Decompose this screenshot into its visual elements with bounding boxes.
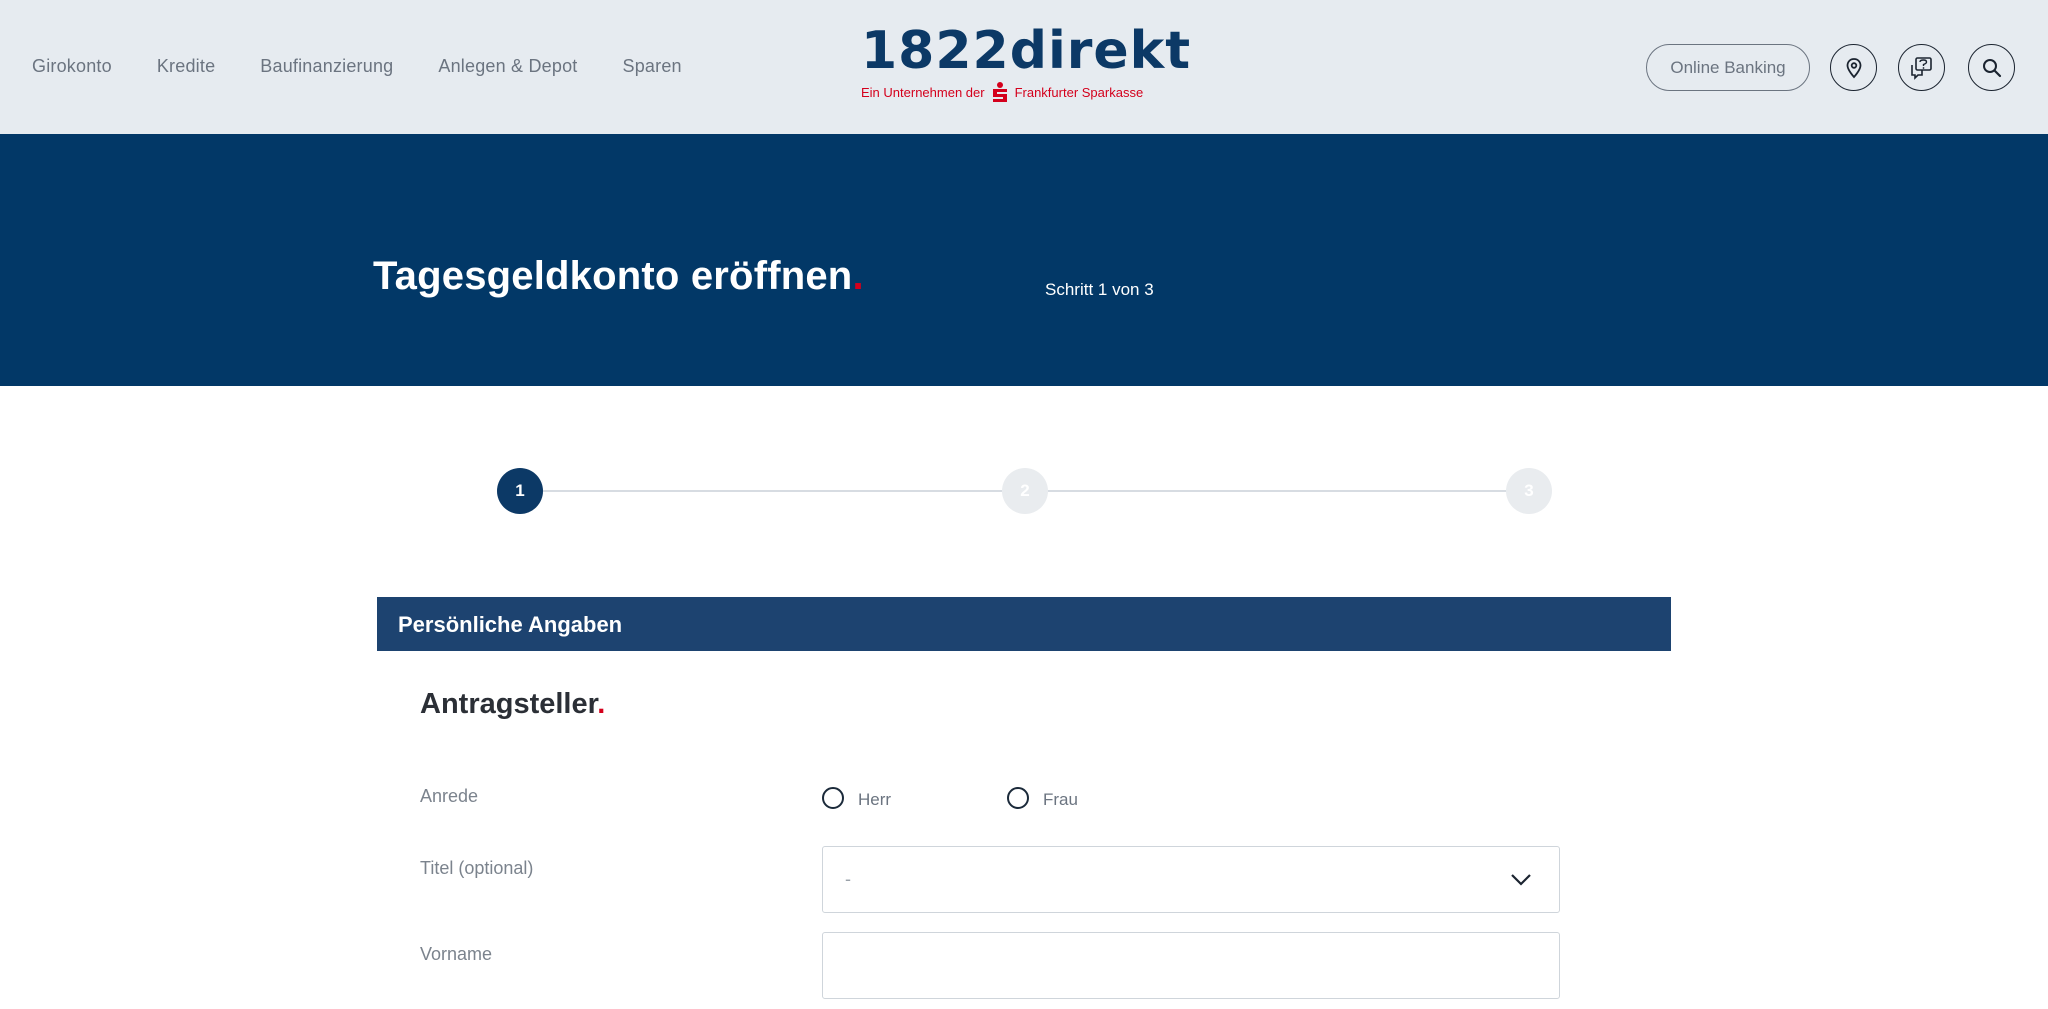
page-title: Tagesgeldkonto eröffnen. — [373, 254, 864, 299]
online-banking-button[interactable]: Online Banking — [1646, 44, 1810, 91]
radio-frau-label: Frau — [1043, 790, 1078, 809]
radio-circle[interactable] — [822, 787, 844, 809]
location-pin-icon — [1846, 57, 1861, 78]
nav-item-sparen[interactable]: Sparen — [623, 56, 682, 77]
title-accent-dot: . — [852, 254, 864, 298]
sparkasse-s-icon — [991, 82, 1009, 102]
titel-select[interactable]: - — [822, 846, 1560, 913]
help-button[interactable] — [1898, 44, 1945, 91]
subsection-title: Antragsteller. — [420, 688, 605, 721]
titel-select-value: - — [845, 869, 851, 889]
section-title: Persönliche Angaben — [398, 612, 623, 637]
page-title-text: Tagesgeldkonto eröffnen — [373, 254, 853, 298]
subsection-title-text: Antragsteller — [420, 688, 598, 720]
section-header: Persönliche Angaben — [377, 597, 1671, 651]
main-navigation: Girokonto Kredite Baufinanzierung Anlege… — [32, 56, 727, 77]
vorname-input[interactable] — [822, 932, 1560, 999]
hero-banner: Tagesgeldkonto eröffnen. Schritt 1 von 3 — [0, 134, 2048, 386]
logo-wordmark: 1822direkt — [861, 21, 1192, 81]
nav-item-baufinanzierung[interactable]: Baufinanzierung — [260, 56, 393, 77]
nav-item-girokonto[interactable]: Girokonto — [32, 56, 112, 77]
help-chat-icon — [1910, 56, 1932, 80]
radio-herr-label: Herr — [858, 790, 892, 809]
logo-tagline: Ein Unternehmen der Frankfurter Sparkass… — [861, 82, 1186, 102]
brand-logo[interactable]: 1822direkt Ein Unternehmen der Frankfurt… — [861, 21, 1192, 106]
step-indicator-text: Schritt 1 von 3 — [1045, 280, 1154, 299]
subsection-accent-dot: . — [597, 688, 606, 720]
logo-tagline-right: Frankfurter Sparkasse — [1014, 84, 1144, 100]
search-button[interactable] — [1968, 44, 2015, 91]
radio-frau[interactable]: Frau — [1007, 786, 1078, 810]
anrede-label: Anrede — [420, 786, 479, 806]
logo-tagline-left: Ein Unternehmen der — [861, 84, 985, 100]
progress-stepper: 1 2 3 — [497, 468, 1552, 514]
step-connector — [1048, 490, 1507, 492]
radio-herr[interactable]: Herr — [822, 786, 891, 810]
step-connector — [543, 490, 1002, 492]
radio-circle[interactable] — [1007, 787, 1029, 809]
titel-label: Titel (optional) — [420, 858, 534, 878]
chevron-down-icon — [1511, 874, 1531, 886]
nav-item-kredite[interactable]: Kredite — [157, 56, 215, 77]
step-2: 2 — [1002, 468, 1048, 514]
location-button[interactable] — [1830, 44, 1877, 91]
step-3: 3 — [1506, 468, 1552, 514]
top-header: Girokonto Kredite Baufinanzierung Anlege… — [0, 0, 2048, 134]
nav-item-anlegen-depot[interactable]: Anlegen & Depot — [438, 56, 577, 77]
search-icon — [1982, 58, 2001, 77]
step-1: 1 — [497, 468, 543, 514]
vorname-label: Vorname — [420, 944, 493, 964]
